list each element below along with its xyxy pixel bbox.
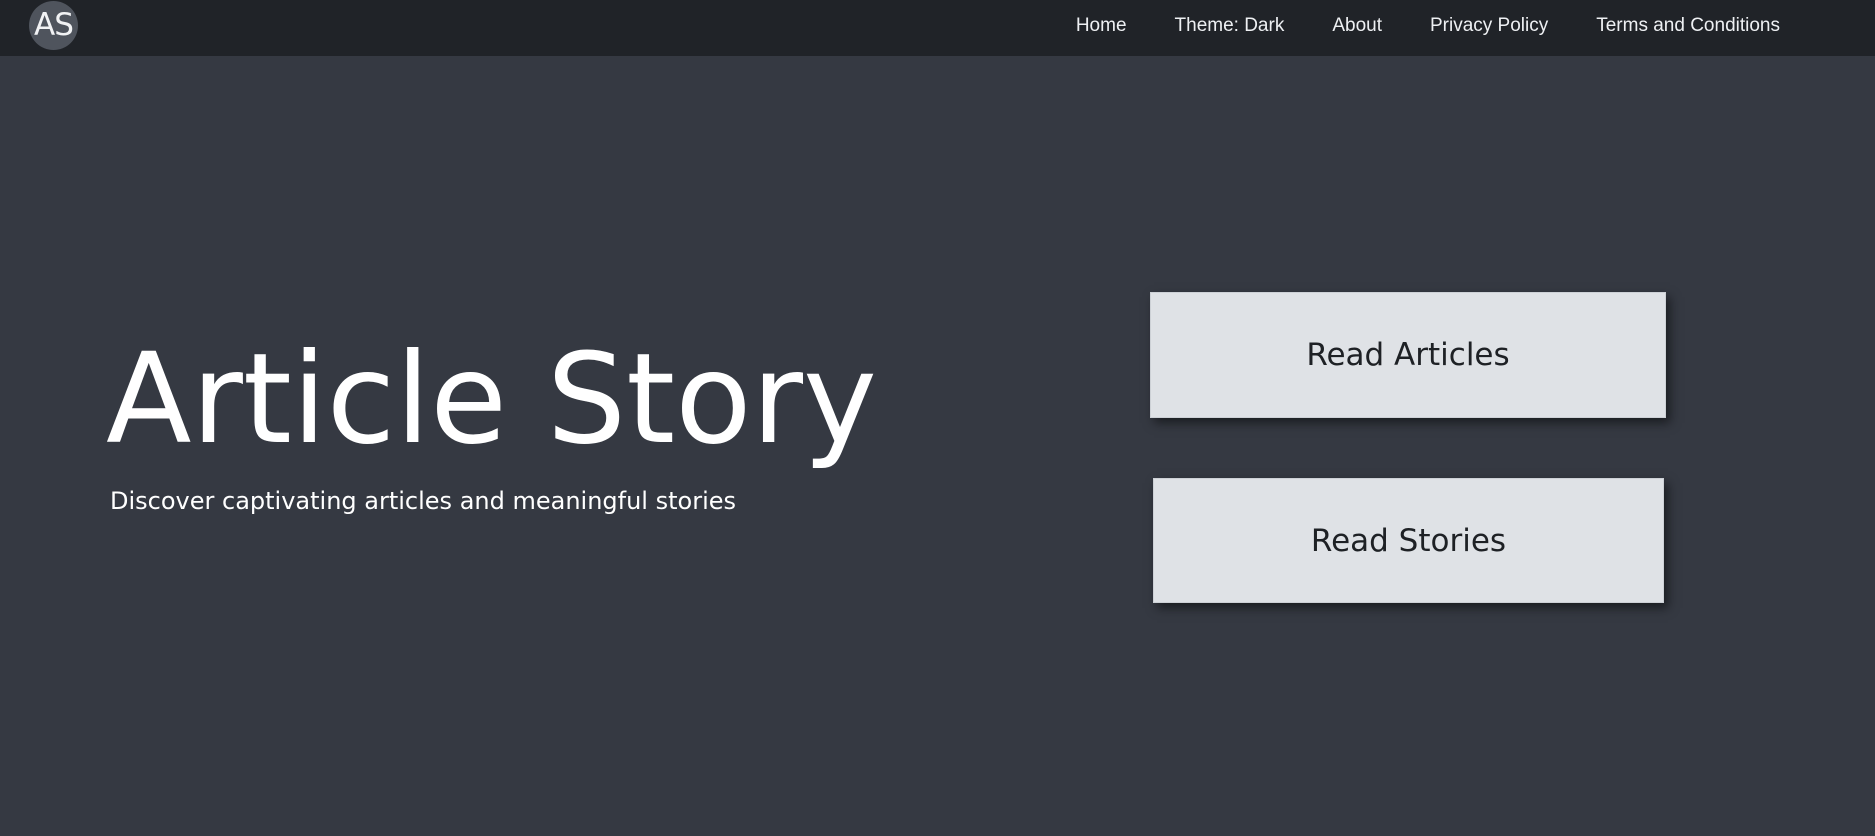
top-navbar: AS Home Theme: Dark About Privacy Policy… <box>0 0 1875 56</box>
theme-toggle[interactable]: Theme: Dark <box>1175 15 1285 37</box>
nav-links: Home Theme: Dark About Privacy Policy Te… <box>1076 0 1780 52</box>
site-logo[interactable]: AS <box>29 1 78 50</box>
nav-link-home[interactable]: Home <box>1076 15 1127 37</box>
nav-link-terms-and-conditions[interactable]: Terms and Conditions <box>1596 15 1780 37</box>
nav-link-about[interactable]: About <box>1332 15 1382 37</box>
read-stories-button[interactable]: Read Stories <box>1153 478 1664 603</box>
page-title: Article Story <box>106 327 877 472</box>
nav-link-privacy-policy[interactable]: Privacy Policy <box>1430 15 1548 37</box>
read-articles-button[interactable]: Read Articles <box>1150 292 1666 418</box>
page-subtitle: Discover captivating articles and meanin… <box>110 487 737 515</box>
